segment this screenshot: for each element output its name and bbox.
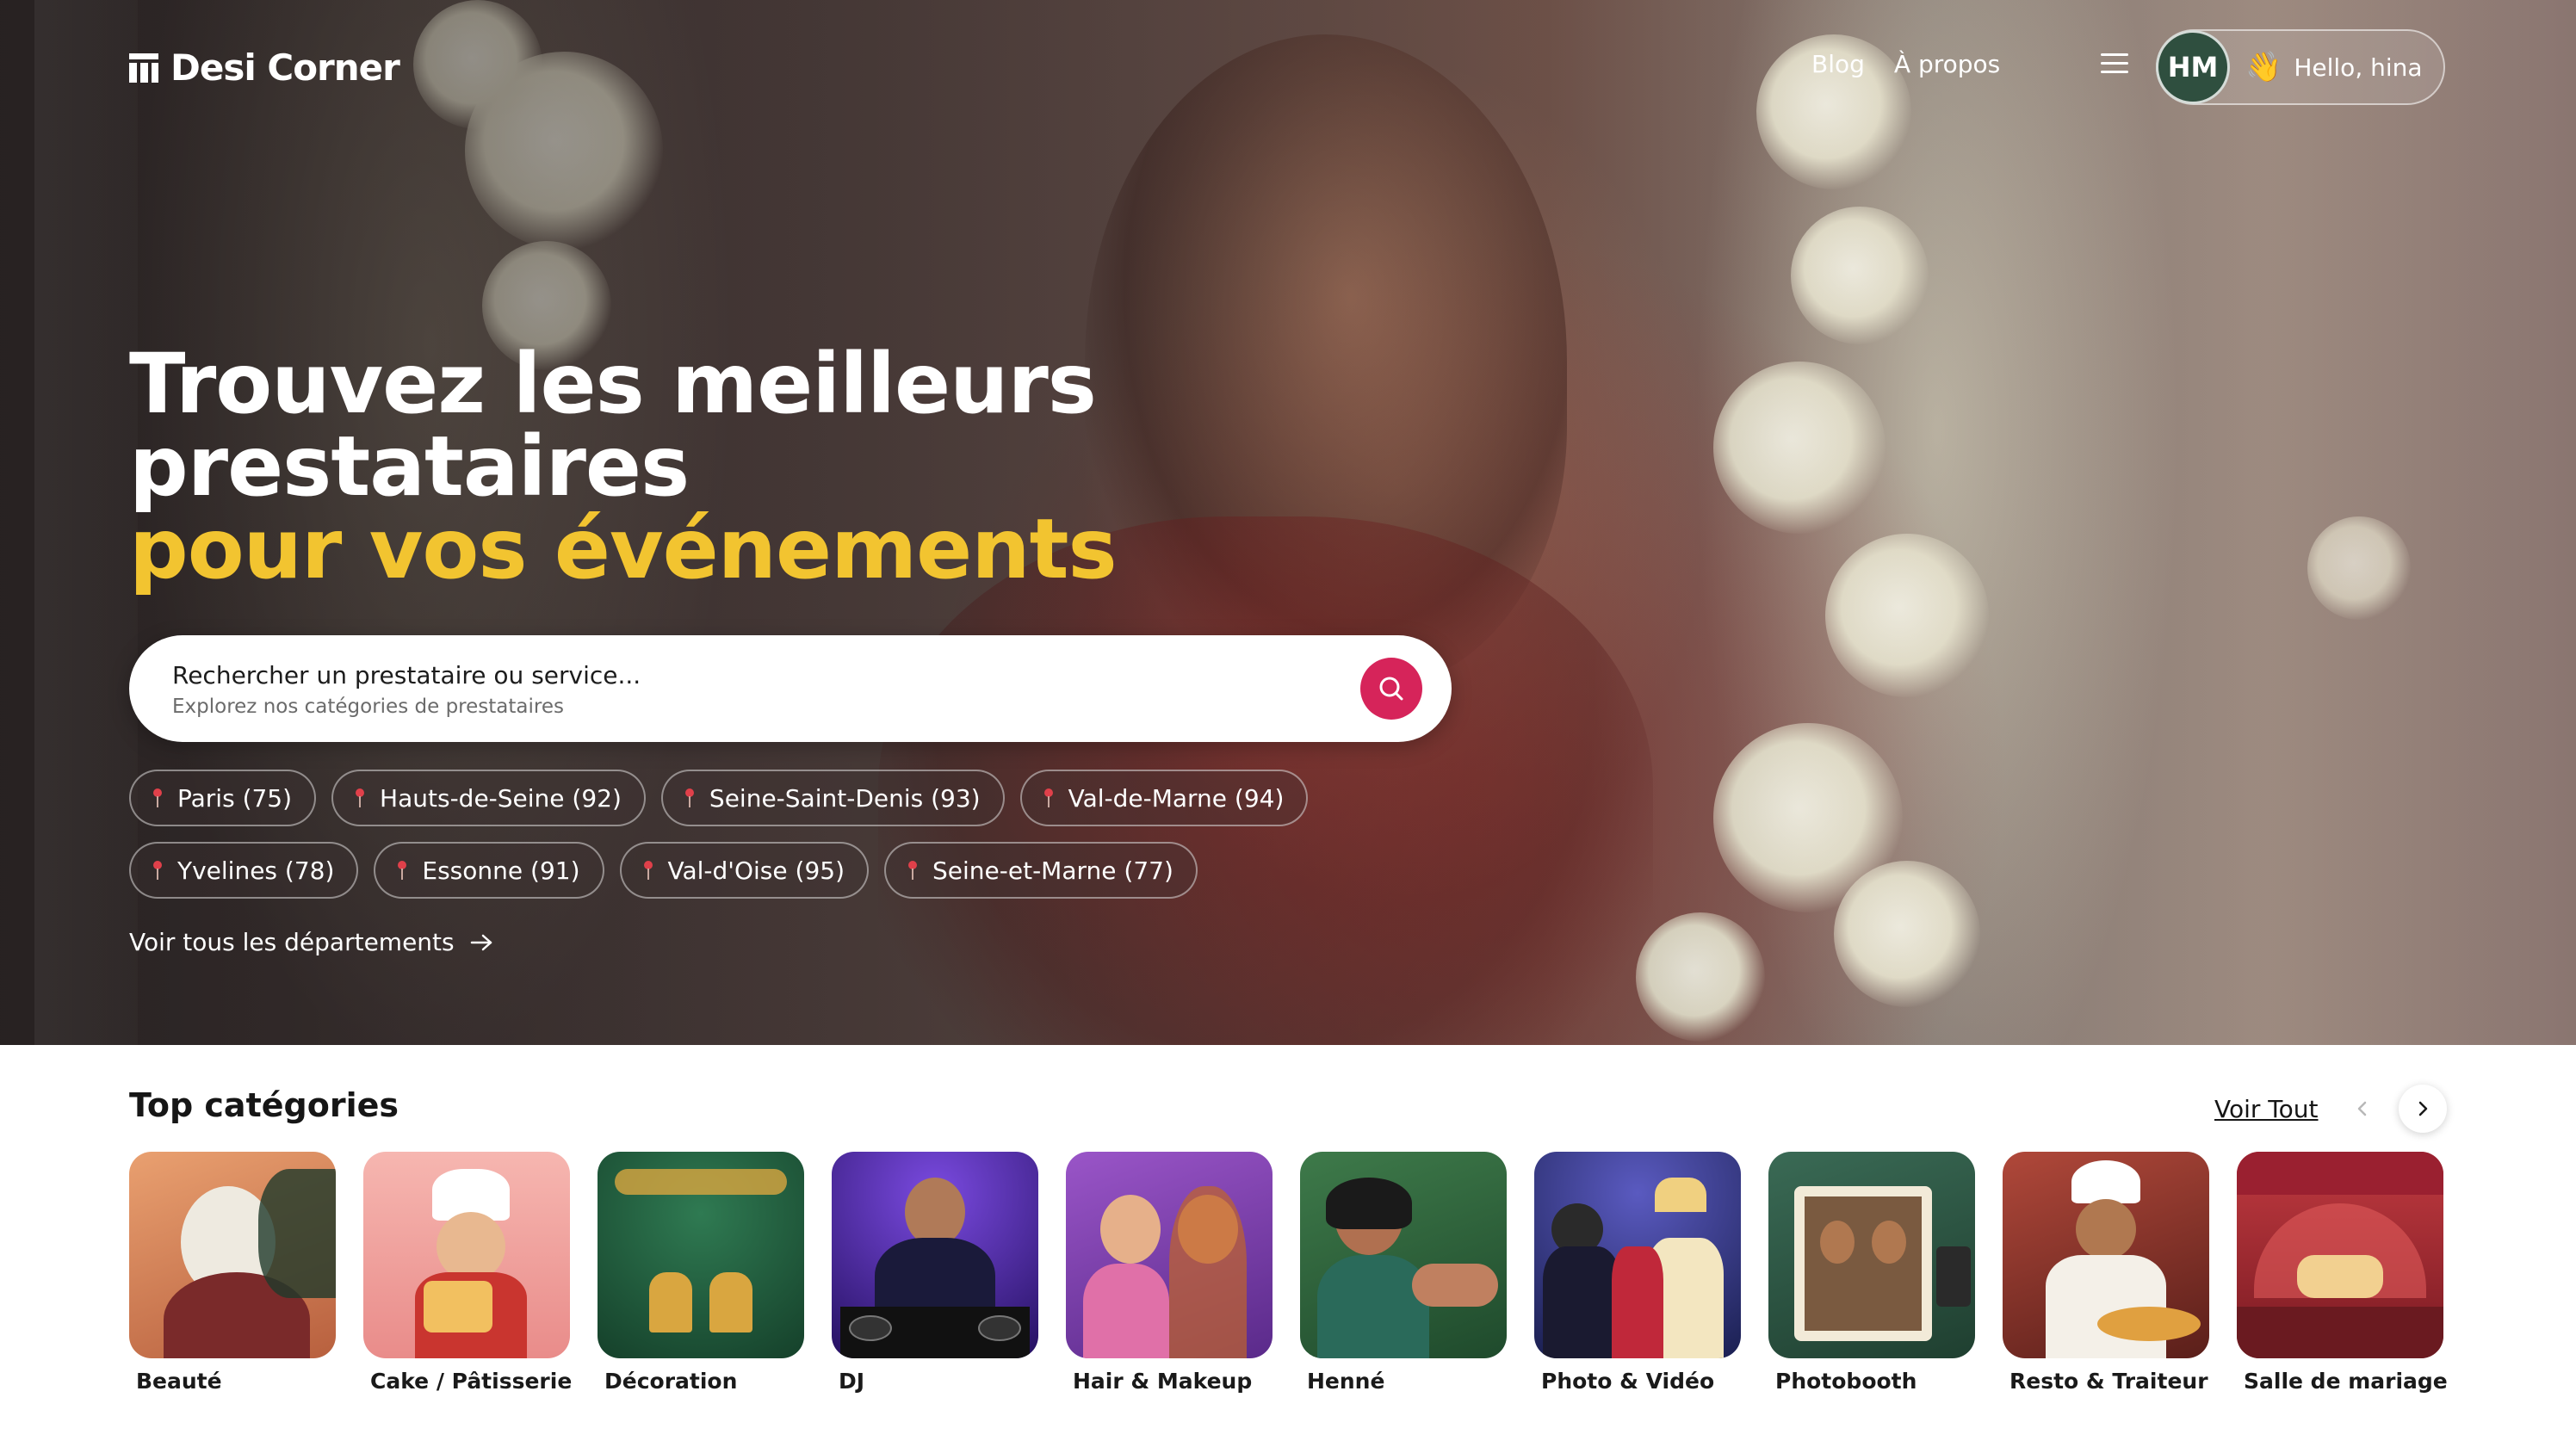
- chip-label: Seine-et-Marne (77): [932, 856, 1173, 885]
- section-title: Top catégories: [129, 1086, 399, 1124]
- category-label: DJ: [839, 1369, 865, 1394]
- chip-label: Yvelines (78): [177, 856, 335, 885]
- category-card-photobooth[interactable]: Photobooth: [1768, 1152, 1975, 1394]
- greeting-text: Hello, hina: [2294, 53, 2423, 82]
- department-chip-val-d-oise[interactable]: Val-d'Oise (95): [619, 842, 870, 899]
- chip-row: Yvelines (78) Essonne (91) Val-d'Oise (9…: [129, 842, 1507, 899]
- search-button[interactable]: [1360, 658, 1422, 720]
- brand-name: Desi Corner: [170, 46, 400, 89]
- map-pin-icon: [908, 861, 918, 880]
- category-label: Hair & Makeup: [1073, 1369, 1253, 1394]
- category-image-henne: [1300, 1152, 1507, 1358]
- nav-link-blog[interactable]: Blog: [1811, 50, 1865, 78]
- category-image-photobooth: [1768, 1152, 1975, 1358]
- category-label: Salle de mariage: [2244, 1369, 2448, 1394]
- category-card-salle-de-mariage[interactable]: Salle de mariage: [2237, 1152, 2448, 1394]
- avatar: HM: [2156, 30, 2230, 104]
- nav-link-about[interactable]: À propos: [1894, 50, 2000, 78]
- chip-label: Val-d'Oise (95): [667, 856, 845, 885]
- category-image-beaute: [129, 1152, 336, 1358]
- carousel-next-button[interactable]: [2399, 1085, 2447, 1133]
- search-input[interactable]: Rechercher un prestataire ou service...: [172, 661, 641, 689]
- chevron-right-icon: [2418, 1101, 2428, 1116]
- logo-icon: [129, 53, 158, 83]
- map-pin-icon: [643, 861, 653, 880]
- map-pin-icon: [398, 861, 407, 880]
- chip-label: Val-de-Marne (94): [1068, 783, 1285, 813]
- department-chip-hauts-de-seine[interactable]: Hauts-de-Seine (92): [331, 770, 646, 826]
- category-image-resto-traiteur: [2003, 1152, 2209, 1358]
- department-chip-essonne[interactable]: Essonne (91): [374, 842, 604, 899]
- headline-line-3-accent: pour vos événements: [129, 501, 1118, 597]
- category-card-beaute[interactable]: Beauté: [129, 1152, 336, 1394]
- chip-label: Seine-Saint-Denis (93): [709, 783, 981, 813]
- department-chip-val-de-marne[interactable]: Val-de-Marne (94): [1019, 770, 1309, 826]
- category-label: Décoration: [604, 1369, 738, 1394]
- category-label: Cake / Pâtisserie: [370, 1369, 573, 1394]
- category-card-resto-traiteur[interactable]: Resto & Traiteur: [2003, 1152, 2209, 1394]
- see-all-categories-link[interactable]: Voir Tout: [2214, 1095, 2319, 1123]
- category-image-hair-makeup: [1066, 1152, 1273, 1358]
- see-all-departments-link[interactable]: Voir tous les départements: [129, 928, 494, 956]
- category-image-cake: [363, 1152, 570, 1358]
- category-label: Beauté: [136, 1369, 222, 1394]
- category-label: Resto & Traiteur: [2009, 1369, 2208, 1394]
- department-chip-seine-saint-denis[interactable]: Seine-Saint-Denis (93): [660, 770, 1005, 826]
- headline-line-2: prestataires: [129, 418, 690, 515]
- category-label: Photo & Vidéo: [1541, 1369, 1715, 1394]
- chevron-left-icon: [2357, 1101, 2367, 1116]
- category-label: Photobooth: [1775, 1369, 1917, 1394]
- category-card-dj[interactable]: DJ: [832, 1152, 1038, 1394]
- map-pin-icon: [684, 788, 694, 807]
- top-nav: Blog À propos: [1811, 50, 2000, 78]
- carousel-prev-button[interactable]: [2338, 1085, 2387, 1133]
- category-card-photo-video[interactable]: Photo & Vidéo: [1534, 1152, 1741, 1394]
- user-menu-button[interactable]: HM 👋 Hello, hina: [2156, 29, 2445, 105]
- department-chip-yvelines[interactable]: Yvelines (78): [129, 842, 359, 899]
- map-pin-icon: [153, 788, 162, 807]
- chip-label: Hauts-de-Seine (92): [380, 783, 622, 813]
- department-chips: Paris (75) Hauts-de-Seine (92) Seine-Sai…: [129, 770, 1507, 914]
- category-image-dj: [832, 1152, 1038, 1358]
- category-image-salle-de-mariage: [2237, 1152, 2443, 1358]
- brand-logo[interactable]: Desi Corner: [129, 46, 400, 89]
- headline-line-1: Trouvez les meilleurs: [129, 336, 1097, 432]
- search-subtitle: Explorez nos catégories de prestataires: [172, 696, 564, 718]
- map-pin-icon: [356, 788, 365, 807]
- category-image-decoration: [598, 1152, 804, 1358]
- category-card-henne[interactable]: Henné: [1300, 1152, 1507, 1394]
- search-icon: [1379, 677, 1403, 701]
- department-chip-paris[interactable]: Paris (75): [129, 770, 317, 826]
- chip-label: Essonne (91): [422, 856, 580, 885]
- department-chip-seine-et-marne[interactable]: Seine-et-Marne (77): [884, 842, 1198, 899]
- map-pin-icon: [1043, 788, 1053, 807]
- hamburger-menu-icon[interactable]: [2101, 53, 2128, 77]
- user-greeting: 👋 Hello, hina: [2245, 53, 2423, 82]
- category-label: Henné: [1307, 1369, 1385, 1394]
- category-card-cake-patisserie[interactable]: Cake / Pâtisserie: [363, 1152, 573, 1394]
- see-all-departments-label: Voir tous les départements: [129, 928, 455, 956]
- category-card-decoration[interactable]: Décoration: [598, 1152, 804, 1394]
- category-image-photo-video: [1534, 1152, 1741, 1358]
- hero-section: Desi Corner Blog À propos HM 👋 Hello, hi…: [0, 0, 2576, 1045]
- waving-hand-icon: 👋: [2245, 50, 2282, 84]
- search-bar[interactable]: Rechercher un prestataire ou service... …: [129, 635, 1452, 742]
- category-carousel: Beauté Cake / Pâtisserie Décoration DJ H…: [129, 1152, 2448, 1394]
- arrow-right-icon: [470, 934, 492, 950]
- hero-headline: Trouvez les meilleurs prestataires pour …: [129, 336, 1118, 597]
- chip-row: Paris (75) Hauts-de-Seine (92) Seine-Sai…: [129, 770, 1507, 826]
- map-pin-icon: [153, 861, 162, 880]
- chip-label: Paris (75): [177, 783, 293, 813]
- category-card-hair-makeup[interactable]: Hair & Makeup: [1066, 1152, 1273, 1394]
